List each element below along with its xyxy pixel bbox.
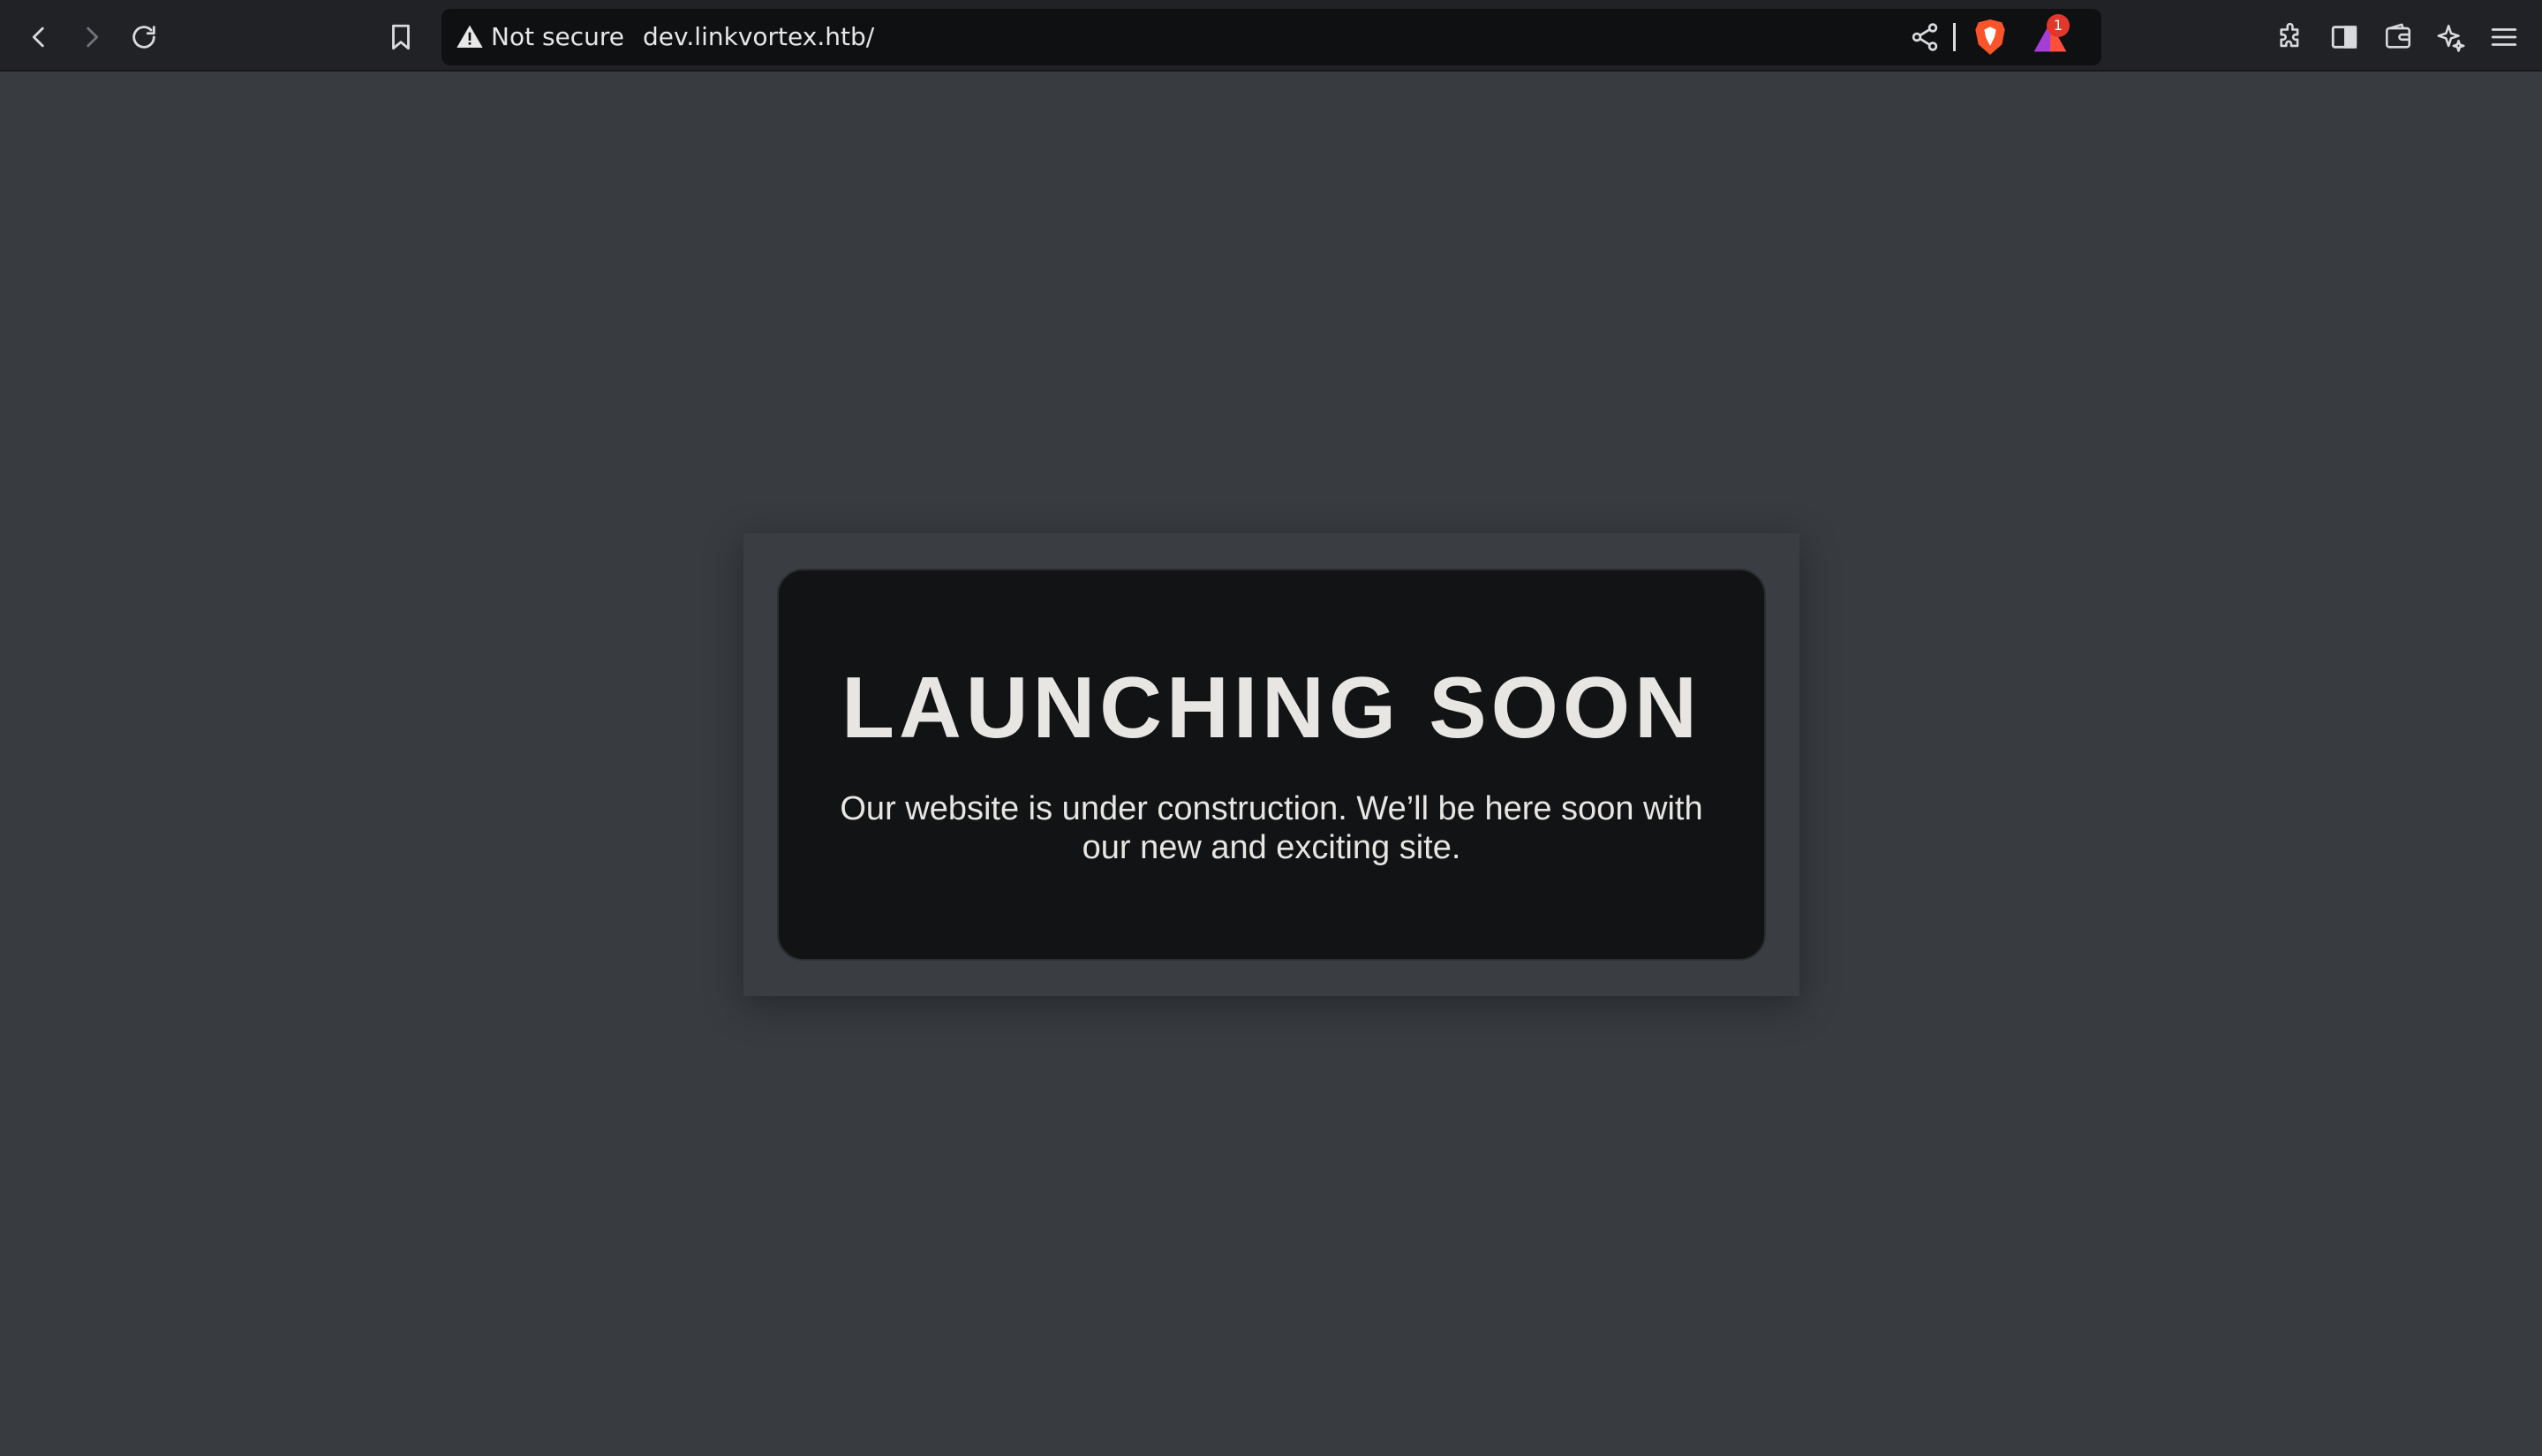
sidebar-toggle-button[interactable] bbox=[2323, 16, 2365, 58]
construction-message: Our website is under construction. We’ll… bbox=[840, 790, 1703, 866]
page-title: LAUNCHING SOON bbox=[841, 659, 1701, 756]
forward-button[interactable] bbox=[71, 16, 113, 58]
bookmark-icon bbox=[392, 24, 410, 50]
browser-toolbar: Not secure dev.linkvortex.htb/ 1 bbox=[0, 0, 2542, 72]
launch-card-frame: LAUNCHING SOON Our website is under cons… bbox=[743, 533, 1799, 996]
address-bar[interactable]: Not secure dev.linkvortex.htb/ 1 bbox=[441, 9, 2101, 65]
bookmark-button[interactable] bbox=[380, 16, 422, 58]
launch-card: LAUNCHING SOON Our website is under cons… bbox=[777, 569, 1766, 961]
forward-arrow-icon bbox=[87, 26, 99, 48]
share-icon[interactable] bbox=[1909, 21, 1941, 53]
reload-button[interactable] bbox=[123, 16, 165, 58]
url-text[interactable]: dev.linkvortex.htb/ bbox=[643, 9, 874, 65]
extensions-button[interactable] bbox=[2270, 16, 2312, 58]
back-arrow-icon bbox=[32, 26, 44, 48]
menu-icon bbox=[2491, 28, 2517, 46]
rewards-notification-badge: 1 bbox=[2047, 14, 2070, 37]
leo-ai-button[interactable] bbox=[2430, 16, 2472, 58]
main-menu-button[interactable] bbox=[2483, 16, 2525, 58]
warning-icon[interactable] bbox=[456, 23, 484, 51]
back-button[interactable] bbox=[18, 16, 60, 58]
sidebar-icon bbox=[2331, 26, 2357, 49]
wallet-button[interactable] bbox=[2377, 16, 2419, 58]
address-bar-divider bbox=[1953, 23, 1956, 51]
reload-icon bbox=[132, 26, 155, 49]
security-status-label[interactable]: Not secure bbox=[491, 9, 624, 65]
extensions-icon bbox=[2280, 22, 2299, 48]
brave-shields-icon[interactable] bbox=[1973, 18, 2008, 57]
wallet-icon bbox=[2385, 23, 2411, 49]
leo-ai-icon bbox=[2437, 24, 2465, 52]
